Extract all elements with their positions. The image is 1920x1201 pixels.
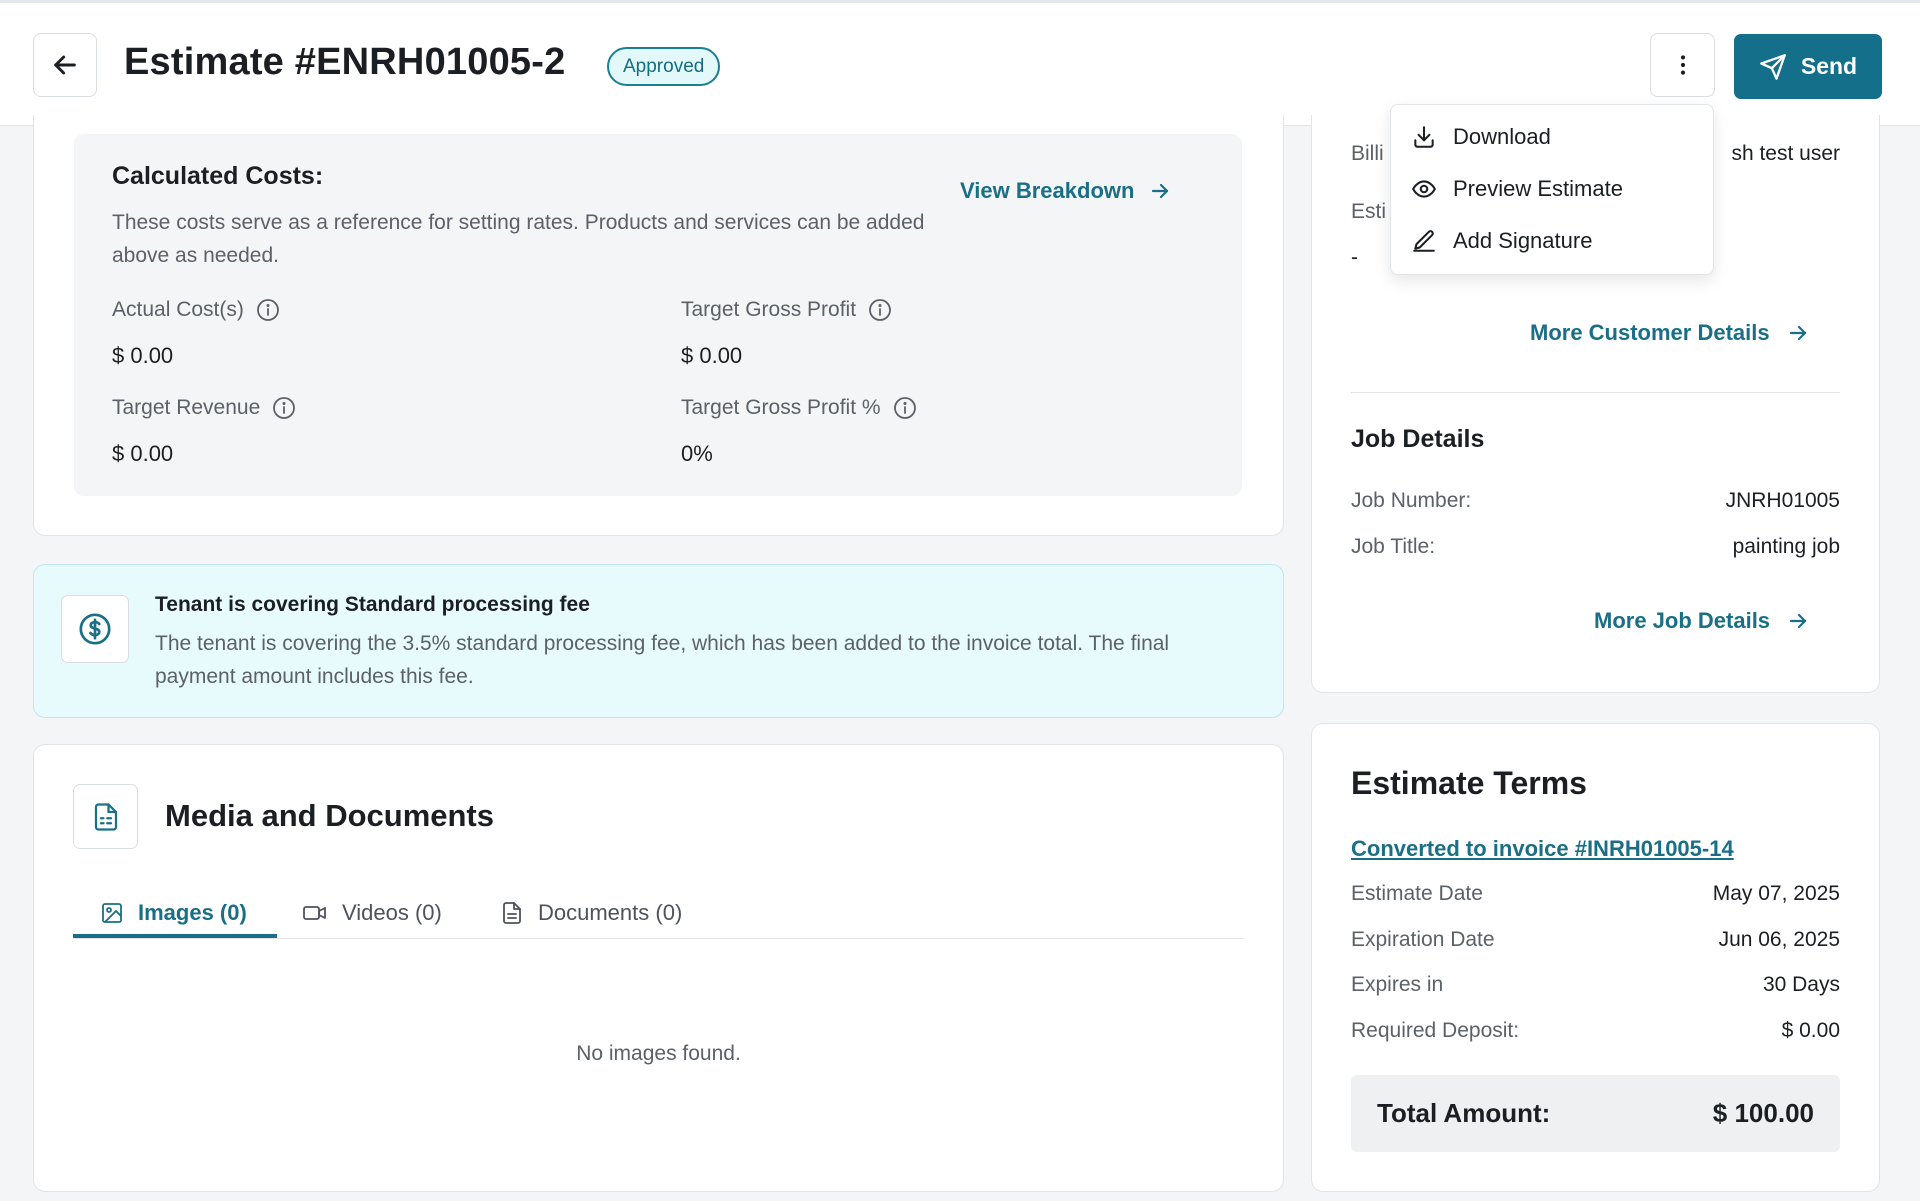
estimate-label: Esti: [1351, 200, 1387, 223]
document-icon: [503, 902, 521, 924]
fee-banner-description: The tenant is covering the 3.5% standard…: [155, 632, 1170, 688]
menu-item-download-label: Download: [1453, 124, 1551, 149]
menu-item-add-signature[interactable]: Add Signature: [1411, 221, 1592, 261]
more-customer-details-label: More Customer Details: [1530, 320, 1770, 345]
image-icon: [102, 903, 122, 923]
metric-value-target-gross-profit-percent: 0%: [681, 441, 713, 466]
fee-icon-box: [61, 595, 129, 663]
tab-images[interactable]: Images (0): [100, 888, 247, 938]
expiration-date-row: Expiration Date Jun 06, 2025: [1351, 928, 1840, 952]
send-label: Send: [1800, 53, 1858, 79]
pen-icon: [1413, 230, 1435, 252]
send-button[interactable]: Send: [1734, 34, 1882, 99]
more-job-details-label: More Job Details: [1594, 608, 1771, 633]
metric-label-target-revenue: Target Revenue: [112, 396, 296, 420]
tabs-divider: [73, 938, 1243, 939]
info-icon[interactable]: [868, 298, 892, 322]
metric-label-target-gross-profit: Target Gross Profit: [681, 298, 892, 322]
job-number-row: Job Number: JNRH01005: [1351, 489, 1840, 513]
billing-value: sh test user: [1731, 142, 1840, 165]
metric-label-text: Target Revenue: [112, 396, 261, 419]
menu-item-download[interactable]: Download: [1411, 117, 1551, 157]
send-icon: [1760, 53, 1786, 80]
processing-fee-banner: Tenant is covering Standard processing f…: [33, 564, 1284, 718]
calculated-costs-title: Calculated Costs:: [112, 162, 324, 190]
video-icon: [303, 906, 326, 920]
arrow-left-icon: [54, 55, 76, 75]
media-icon-box: [73, 784, 138, 849]
more-customer-details-link[interactable]: More Customer Details: [1530, 320, 1810, 346]
menu-item-preview-estimate[interactable]: Preview Estimate: [1411, 169, 1623, 209]
metric-label-target-gross-profit-percent: Target Gross Profit %: [681, 396, 917, 420]
job-number-value: JNRH01005: [1725, 489, 1840, 512]
job-number-label: Job Number:: [1351, 489, 1472, 512]
calculated-costs-description: These costs serve as a reference for set…: [112, 211, 925, 267]
converted-invoice-link[interactable]: Converted to invoice #INRH01005-14: [1351, 836, 1734, 862]
expiration-date-value: Jun 06, 2025: [1718, 928, 1840, 951]
empty-state-text: No images found.: [576, 1042, 741, 1065]
view-breakdown-label: View Breakdown: [960, 178, 1135, 203]
expires-in-value: 30 Days: [1762, 973, 1840, 996]
more-job-details-link[interactable]: More Job Details: [1594, 608, 1810, 634]
job-title-row: Job Title: painting job: [1351, 535, 1840, 559]
dollar-circle-icon: [79, 613, 111, 645]
expires-in-row: Expires in 30 Days: [1351, 973, 1840, 997]
info-icon[interactable]: [256, 298, 280, 322]
metric-value-actual-cost: $ 0.00: [112, 343, 174, 368]
back-button[interactable]: [33, 33, 97, 97]
estimate-date-row: Estimate Date May 07, 2025: [1351, 882, 1840, 906]
info-icon[interactable]: [893, 396, 917, 420]
metric-label-text: Target Gross Profit %: [681, 396, 881, 419]
status-badge: Approved: [607, 47, 721, 86]
menu-item-preview-estimate-label: Preview Estimate: [1453, 176, 1623, 201]
estimate-date-label: Estimate Date: [1351, 882, 1483, 905]
job-title-label: Job Title:: [1351, 535, 1436, 558]
estimate-date-value: May 07, 2025: [1712, 882, 1840, 905]
required-deposit-row: Required Deposit: $ 0.00: [1351, 1019, 1840, 1043]
view-breakdown-link[interactable]: View Breakdown: [960, 178, 1172, 204]
metric-value-target-gross-profit: $ 0.00: [681, 343, 743, 368]
menu-item-add-signature-label: Add Signature: [1453, 228, 1593, 253]
metric-label-actual-cost: Actual Cost(s): [112, 298, 280, 322]
more-vertical-icon: [1680, 55, 1685, 75]
job-details-title: Job Details: [1351, 425, 1485, 453]
tab-videos[interactable]: Videos (0): [302, 888, 442, 938]
active-tab-indicator: [73, 934, 277, 938]
tab-documents[interactable]: Documents (0): [500, 888, 682, 938]
tab-videos-label: Videos (0): [342, 900, 442, 925]
arrow-right-icon: [1789, 325, 1806, 341]
total-amount-box: Total Amount: $ 100.00: [1351, 1075, 1840, 1152]
page-title: Estimate #ENRH01005-2: [124, 41, 566, 83]
more-options-button[interactable]: [1650, 33, 1715, 97]
expiration-date-label: Expiration Date: [1351, 928, 1495, 951]
expires-in-label: Expires in: [1351, 973, 1444, 996]
tab-documents-label: Documents (0): [538, 900, 683, 925]
download-icon: [1414, 126, 1434, 148]
metric-label-text: Actual Cost(s): [112, 298, 244, 321]
total-amount-label: Total Amount:: [1377, 1098, 1551, 1128]
arrow-right-icon: [1152, 183, 1169, 199]
metric-label-text: Target Gross Profit: [681, 298, 857, 321]
required-deposit-label: Required Deposit:: [1351, 1019, 1520, 1042]
required-deposit-value: $ 0.00: [1781, 1019, 1840, 1042]
billing-label: Billi: [1351, 142, 1384, 165]
fee-banner-title: Tenant is covering Standard processing f…: [155, 593, 590, 616]
estimate-value: -: [1351, 246, 1358, 269]
total-amount-value: $ 100.00: [1712, 1098, 1814, 1128]
estimate-terms-title: Estimate Terms: [1351, 765, 1587, 801]
section-divider: [1351, 392, 1840, 393]
info-icon[interactable]: [272, 396, 296, 420]
media-documents-title: Media and Documents: [165, 798, 494, 833]
document-icon: [94, 802, 117, 831]
job-title-value: painting job: [1732, 535, 1840, 558]
metric-value-target-revenue: $ 0.00: [112, 441, 174, 466]
eye-icon: [1412, 180, 1436, 198]
more-options-menu: Download Preview Estimate Add Signature: [1390, 104, 1714, 275]
tab-images-label: Images (0): [138, 900, 247, 925]
arrow-right-icon: [1789, 613, 1807, 629]
